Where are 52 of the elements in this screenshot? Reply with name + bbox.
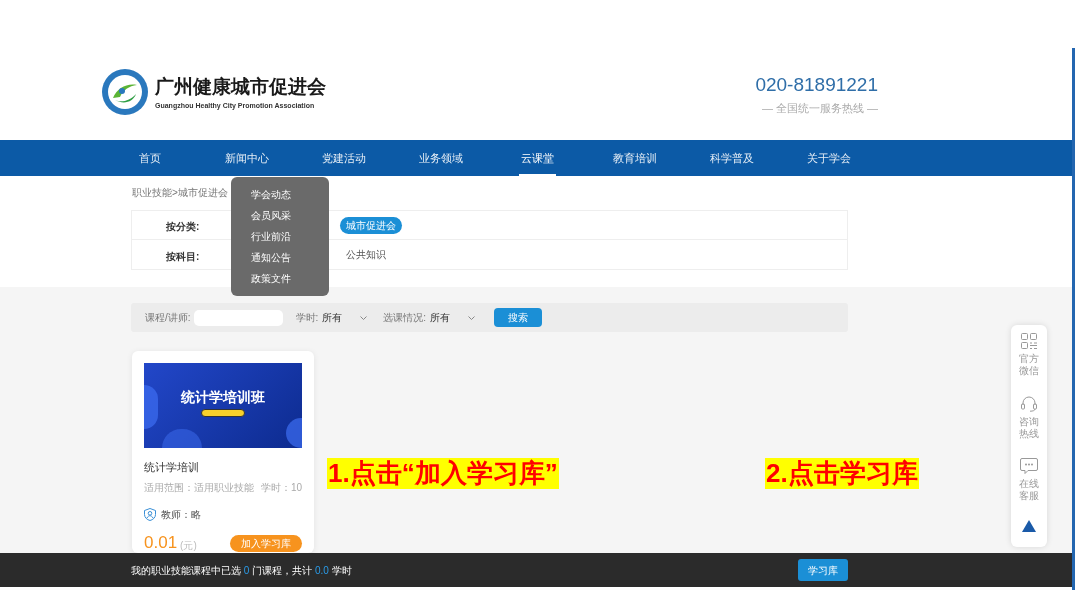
nav-tab[interactable]: 教育培训 <box>610 140 659 176</box>
field-label: 学时: <box>295 311 319 325</box>
menu-item[interactable]: 通知公告 <box>251 247 291 268</box>
filter-label: 按科目: <box>166 250 200 262</box>
hotline-number: 020-81891221 <box>755 74 878 96</box>
course-scope: 适用范围：适用职业技能 <box>144 481 254 494</box>
breadcrumb[interactable]: 职业技能>城市促进会 <box>132 186 228 200</box>
field-label: 课程/讲师: <box>145 311 191 325</box>
site-title: 广州健康城市促进会 <box>155 76 326 98</box>
filter-option[interactable]: 公共知识 <box>340 246 392 263</box>
nav-tab[interactable]: 业务领域 <box>416 140 465 176</box>
banner-title: 统计学培训班 <box>181 389 265 405</box>
filter-option[interactable]: 城市促进会 <box>340 216 402 234</box>
menu-item[interactable]: 会员风采 <box>251 205 291 226</box>
nav-tab[interactable]: 关于学会 <box>804 140 853 176</box>
grid-icon <box>1021 333 1037 349</box>
selection-summary: 我的职业技能课程中已选 0 门课程，共计 0.0 学时 <box>131 563 352 578</box>
person-shield-icon <box>144 508 156 521</box>
search-button[interactable]: 搜索 <box>494 308 543 327</box>
annotation-label: 2.点击学习库 <box>765 458 919 489</box>
up-triangle-icon <box>1022 520 1036 532</box>
nav-tab[interactable]: 首页 <box>136 140 163 176</box>
nav-tab[interactable]: 党建活动 <box>319 140 368 176</box>
scrollbar-thumb[interactable] <box>1072 48 1075 590</box>
chevron-down-icon <box>360 315 368 320</box>
filter-label: 按分类: <box>166 221 200 232</box>
banner-pill <box>201 409 245 417</box>
annotation-label: 1.点击“加入学习库” <box>327 458 559 489</box>
course-hours: 学时：10 <box>260 481 302 494</box>
select-field[interactable]: 所有 <box>430 309 479 326</box>
chevron-down-icon <box>468 315 476 320</box>
chat-bubble-icon <box>1020 458 1038 474</box>
menu-item[interactable]: 行业前沿 <box>251 226 291 247</box>
select-field[interactable]: 所有 <box>322 309 371 326</box>
price-unit: (元) <box>180 539 197 552</box>
headset-icon <box>1020 395 1038 412</box>
hotline-caption: — 全国统一服务热线 — <box>761 101 878 115</box>
hotline-button[interactable]: 咨询热线 <box>1019 395 1039 440</box>
course-price: 0.01 <box>144 534 178 552</box>
back-to-top-button[interactable] <box>1022 520 1036 532</box>
menu-item[interactable]: 学会动态 <box>251 184 291 205</box>
menu-item[interactable]: 政策文件 <box>251 268 291 289</box>
nav-tab[interactable]: 云课堂 <box>519 140 556 176</box>
logo-icon <box>102 69 148 115</box>
teacher-name: 教师：略 <box>161 508 201 521</box>
study-library-button[interactable]: 学习库 <box>798 559 848 581</box>
online-service-button[interactable]: 在线客服 <box>1019 458 1039 502</box>
course-title: 统计学培训 <box>144 460 200 474</box>
official-account-button[interactable]: 官方微信 <box>1019 333 1039 377</box>
nav-tab[interactable]: 科学普及 <box>707 140 756 176</box>
field-label: 选课情况: <box>383 311 427 325</box>
nav-tab[interactable]: 新闻中心 <box>222 140 271 176</box>
